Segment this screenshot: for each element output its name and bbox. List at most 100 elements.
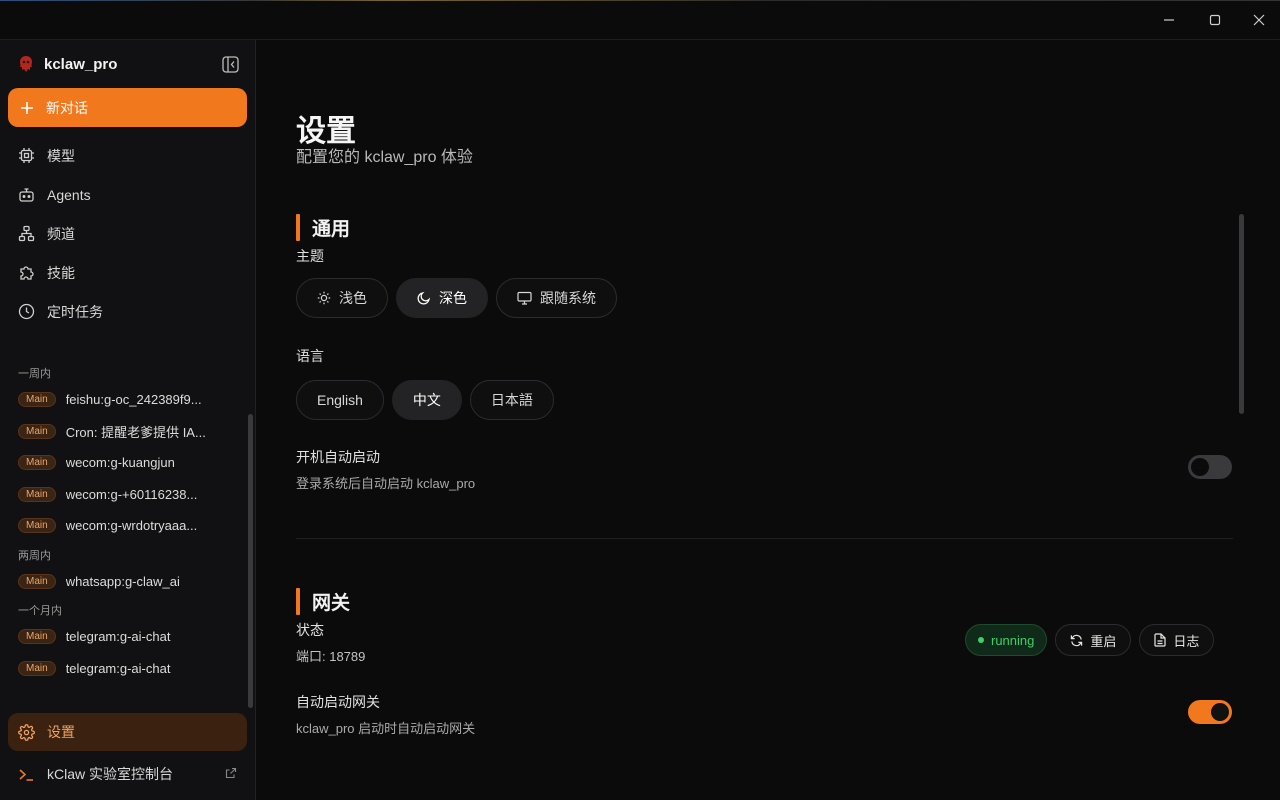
section-divider [296, 538, 1233, 539]
sidebar-item-label: 模型 [47, 147, 75, 164]
gateway-status-label: 状态 [296, 622, 324, 638]
agent-badge: Main [18, 455, 56, 471]
brand-name: kclaw_pro [44, 55, 118, 73]
console-label: kClaw 实验室控制台 [47, 766, 174, 782]
autostart-toggle[interactable] [1188, 455, 1232, 479]
sidebar-item-label: 定时任务 [47, 303, 103, 320]
sidebar-item-settings[interactable]: 设置 [8, 713, 247, 751]
history-item[interactable]: Main wecom:g-wrdotryaaa... [8, 510, 244, 542]
sidebar-scrollbar[interactable] [248, 414, 253, 708]
restart-button[interactable]: 重启 [1055, 624, 1132, 656]
history-title: telegram:g-ai-chat [65, 629, 171, 645]
history-item[interactable]: Main wecom:g-+60116238... [8, 479, 244, 511]
agent-badge: Main [18, 660, 56, 676]
history-group-two-weeks: 两周内 [18, 549, 51, 562]
gear-icon [18, 723, 35, 741]
auto-gateway-label: 自动启动网关 [296, 694, 380, 710]
sidebar-nav: 模型 Agents 频道 技能 定时任务 [8, 136, 247, 331]
history-item[interactable]: Main whatsapp:g-claw_ai [8, 566, 244, 598]
history-item[interactable]: Main telegram:g-ai-chat [8, 653, 244, 685]
network-icon [18, 225, 35, 242]
sidebar-item-label: 设置 [47, 724, 75, 740]
theme-option-label: 浅色 [339, 290, 367, 306]
history-title: telegram:g-ai-chat [65, 660, 171, 676]
status-dot [978, 637, 984, 643]
console-link[interactable]: kClaw 实验室控制台 [8, 757, 247, 791]
sun-icon [317, 291, 331, 305]
new-chat-button[interactable]: 新对话 [8, 88, 247, 127]
history-item[interactable]: Main telegram:g-ai-chat [8, 621, 244, 653]
history-item[interactable]: Main wecom:g-kuangjun [8, 447, 244, 479]
theme-system-button[interactable]: 跟随系统 [496, 278, 617, 318]
history-item[interactable]: Main Cron: 提醒老爹提供 IA... [8, 416, 244, 448]
terminal-icon [19, 768, 33, 781]
puzzle-icon [20, 266, 34, 280]
sidebar-item-channels[interactable]: 频道 [8, 214, 247, 253]
logs-button[interactable]: 日志 [1139, 624, 1215, 656]
history-title: Cron: 提醒老爹提供 IA... [65, 424, 206, 440]
collapse-sidebar-button[interactable] [220, 54, 240, 74]
toggle-knob [1211, 703, 1229, 721]
history-title: wecom:g-wrdotryaaa... [65, 518, 198, 534]
history-title: wecom:g-kuangjun [65, 455, 175, 471]
language-option-label: English [317, 392, 363, 408]
agent-badge: Main [18, 392, 56, 408]
file-text-icon [1154, 633, 1166, 647]
close-button[interactable] [1236, 0, 1280, 40]
new-chat-label: 新对话 [46, 99, 88, 116]
sidebar: kclaw_pro 新对话 模型 Agents 频道 技能 定时任务 一周内 M… [0, 40, 256, 800]
theme-option-label: 深色 [439, 290, 467, 306]
theme-light-button[interactable]: 浅色 [296, 278, 388, 318]
history-title: whatsapp:g-claw_ai [65, 573, 180, 589]
history-item[interactable]: Main feishu:g-oc_242389f9... [8, 384, 244, 416]
status-badge: running [965, 624, 1048, 656]
taskbar-strip [0, 0, 1280, 1]
language-chinese-button[interactable]: 中文 [391, 380, 462, 420]
theme-selector: 浅色 深色 跟随系统 [296, 278, 617, 318]
auto-gateway-toggle[interactable] [1188, 700, 1232, 724]
sidebar-item-label: Agents [47, 186, 91, 203]
history-list: 一周内 Main feishu:g-oc_242389f9... Main Cron… [8, 360, 244, 684]
section-gateway-heading: 网关 [296, 588, 350, 615]
sidebar-item-scheduled-tasks[interactable]: 定时任务 [8, 292, 247, 331]
agent-badge: Main [18, 629, 56, 645]
status-text: running [991, 632, 1035, 648]
sidebar-item-skills[interactable]: 技能 [8, 253, 247, 292]
sidebar-item-models[interactable]: 模型 [8, 136, 247, 175]
maximize-button[interactable] [1192, 0, 1238, 40]
gateway-actions: running 重启 日志 [965, 624, 1215, 656]
theme-dark-button[interactable]: 深色 [396, 278, 488, 318]
section-title: 网关 [312, 593, 351, 614]
toggle-knob [1191, 458, 1209, 476]
autostart-label: 开机自动启动 [296, 449, 380, 465]
autostart-description: 登录系统后自动启动 kclaw_pro [296, 476, 476, 491]
theme-option-label: 跟随系统 [540, 290, 596, 306]
sidebar-item-agents[interactable]: Agents [8, 175, 247, 214]
accent-bar [296, 588, 300, 615]
language-english-button[interactable]: English [296, 380, 384, 420]
main-scrollbar[interactable] [1239, 214, 1244, 414]
auto-gateway-description: kclaw_pro 启动时自动启动网关 [296, 721, 476, 736]
brand: kclaw_pro [16, 52, 117, 76]
external-link-icon [225, 767, 237, 779]
section-general-heading: 通用 [296, 214, 350, 241]
agent-badge: Main [18, 486, 56, 502]
language-option-label: 日本語 [490, 392, 533, 408]
moon-icon [417, 291, 431, 305]
settings-page: 设置 配置您的 kclaw_pro 体验 通用 主题 浅色 深色 跟随系统 语言… [257, 40, 1280, 800]
minimize-icon [1164, 19, 1174, 21]
agent-badge: Main [18, 573, 56, 589]
title-bar [0, 0, 1280, 40]
language-selector: English 中文 日本語 [296, 380, 554, 420]
language-label: 语言 [296, 348, 324, 364]
gateway-port: 端口: 18789 [296, 649, 366, 664]
minimize-button[interactable] [1146, 0, 1192, 40]
plus-icon [21, 101, 33, 114]
language-option-label: 中文 [412, 392, 441, 408]
close-icon [1253, 14, 1265, 26]
language-japanese-button[interactable]: 日本語 [469, 380, 554, 420]
sidebar-collapse-icon [221, 55, 239, 73]
agent-badge: Main [18, 518, 56, 534]
page-subtitle: 配置您的 kclaw_pro 体验 [296, 149, 473, 166]
theme-label: 主题 [296, 248, 324, 264]
